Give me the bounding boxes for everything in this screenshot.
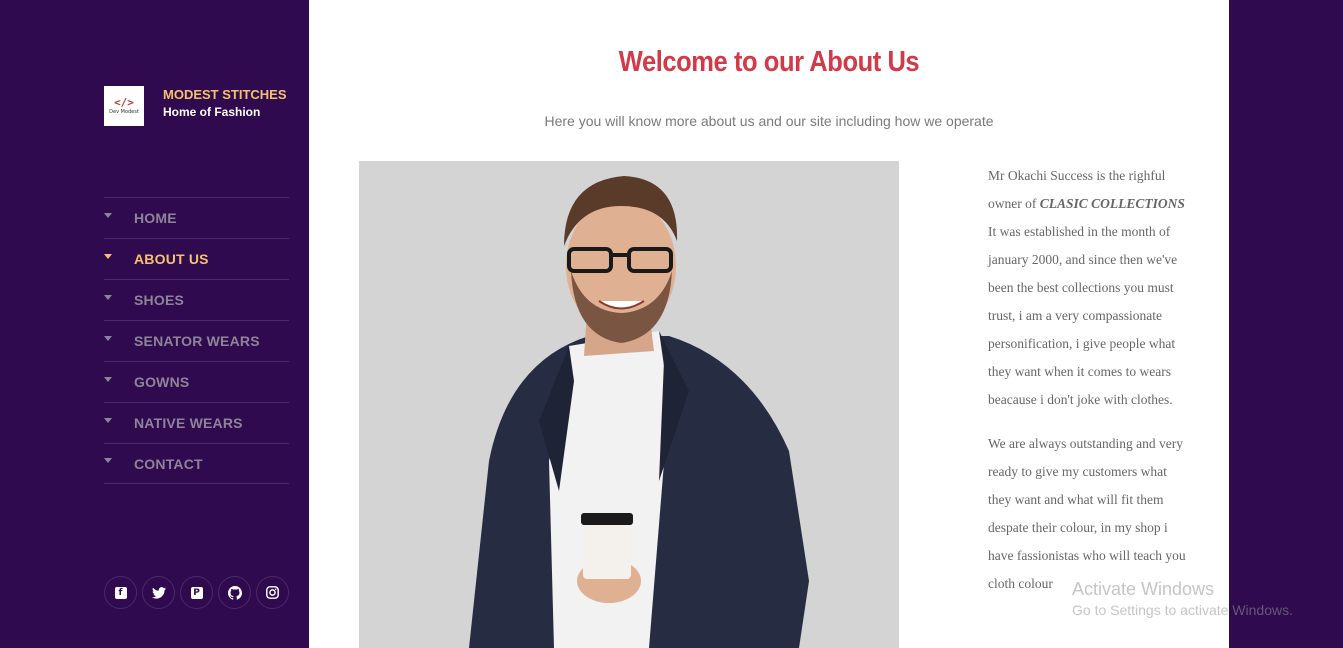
nav-item-label: NATIVE WEARS — [134, 415, 243, 431]
about-paragraph-1: Mr Okachi Success is the righful owner o… — [988, 162, 1188, 414]
caret-down-icon — [104, 417, 112, 423]
nav-item-label: GOWNS — [134, 374, 190, 390]
brand-emphasis: CLASIC COLLECTIONS — [1039, 196, 1185, 211]
caret-down-icon — [104, 458, 112, 463]
twitter-icon — [151, 586, 166, 599]
instagram-icon — [266, 586, 279, 599]
brand-text: MODEST STITCHES Home of Fashion — [163, 87, 287, 121]
caret-down-icon — [104, 376, 112, 382]
nav-item-label: HOME — [134, 210, 177, 226]
about-article: Mr Okachi Success is the righful owner o… — [988, 162, 1188, 614]
code-icon: </> — [114, 95, 134, 109]
nav-item-native-wears[interactable]: NATIVE WEARS — [104, 402, 289, 443]
github-link[interactable] — [218, 576, 251, 609]
nav-item-label: ABOUT US — [134, 251, 209, 267]
instagram-link[interactable] — [256, 576, 289, 609]
nav-item-label: SHOES — [134, 292, 185, 308]
main-content: Welcome to our About Us Here you will kn… — [309, 0, 1229, 648]
nav-item-label: CONTACT — [134, 455, 203, 472]
pinterest-icon: P — [190, 586, 203, 599]
social-links: f P — [104, 576, 294, 609]
nav-item-senator-wears[interactable]: SENATOR WEARS — [104, 320, 289, 361]
caret-down-icon — [104, 212, 112, 218]
nav-item-shoes[interactable]: SHOES — [104, 279, 289, 320]
about-paragraph-2: We are always outstanding and very ready… — [988, 436, 1186, 591]
twitter-link[interactable] — [142, 576, 175, 609]
facebook-link[interactable]: f — [104, 576, 137, 609]
sidebar: </> Dev Modest MODEST STITCHES Home of F… — [0, 0, 309, 648]
pinterest-link[interactable]: P — [180, 576, 213, 609]
nav-item-gowns[interactable]: GOWNS — [104, 361, 289, 402]
brand-name: MODEST STITCHES — [163, 87, 287, 102]
nav-item-contact[interactable]: CONTACT — [104, 443, 289, 484]
sidebar-nav: HOME ABOUT US SHOES SENATOR WEARS GOWNS … — [104, 197, 289, 484]
paragraph-text: It was established in the month of janua… — [988, 224, 1178, 407]
caret-down-icon — [104, 294, 112, 300]
caret-down-icon — [104, 253, 112, 259]
caret-down-icon — [104, 335, 112, 341]
brand[interactable]: </> Dev Modest MODEST STITCHES Home of F… — [104, 86, 287, 126]
facebook-icon: f — [114, 586, 127, 599]
man-with-coffee-image — [359, 161, 899, 648]
owner-photo — [359, 161, 899, 648]
page-subtitle: Here you will know more about us and our… — [544, 113, 994, 129]
page-title: Welcome to our About Us — [618, 46, 920, 78]
nav-item-about-us[interactable]: ABOUT US — [104, 238, 289, 279]
logo[interactable]: </> Dev Modest — [104, 86, 144, 126]
github-icon — [227, 585, 242, 600]
logo-text: Dev Modest — [109, 108, 139, 115]
nav-item-home[interactable]: HOME — [104, 197, 289, 238]
brand-tagline: Home of Fashion — [163, 105, 261, 119]
nav-item-label: SENATOR WEARS — [134, 333, 260, 349]
